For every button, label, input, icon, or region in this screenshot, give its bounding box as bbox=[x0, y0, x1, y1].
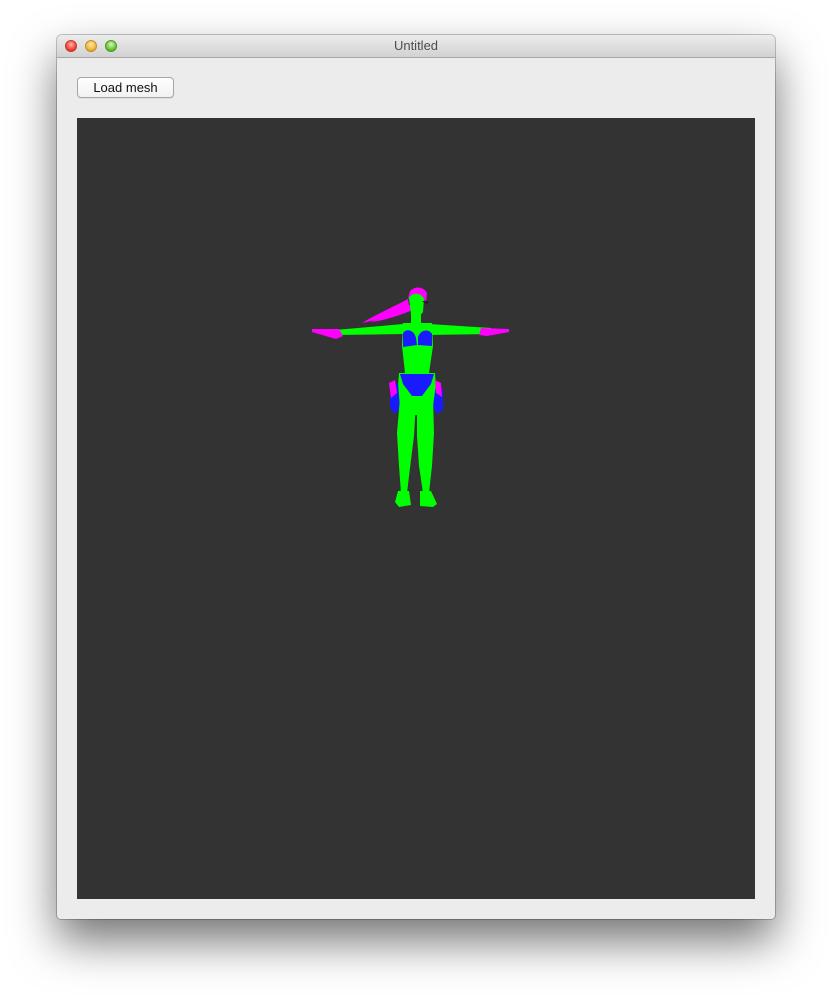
mesh-render bbox=[312, 287, 509, 507]
load-mesh-button[interactable]: Load mesh bbox=[77, 77, 174, 98]
3d-viewport[interactable] bbox=[77, 118, 755, 899]
window-title: Untitled bbox=[393, 38, 439, 53]
app-window: Untitled Load mesh bbox=[57, 35, 775, 919]
title-bar[interactable]: Untitled bbox=[57, 35, 775, 58]
